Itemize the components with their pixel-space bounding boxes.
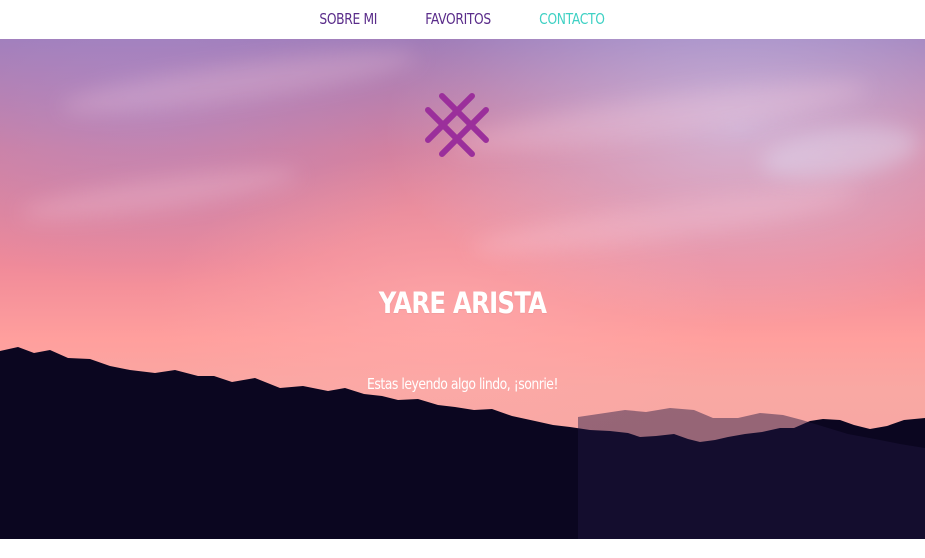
sky-cloud [469, 177, 861, 265]
page-bottom-strip [0, 539, 925, 558]
hero-title: YARE ARISTA [378, 286, 547, 321]
sky-cloud [59, 39, 421, 125]
sky-cloud [757, 118, 923, 188]
nav-link-sobre-mi[interactable]: SOBRE MI [320, 10, 378, 29]
sky-cloud [19, 159, 301, 229]
hero-section: YARE ARISTA Estas leyendo algo lindo, ¡s… [0, 39, 925, 539]
crossed-lines-logo-icon [425, 93, 489, 157]
nav-link-contacto[interactable]: CONTACTO [539, 10, 605, 29]
top-navigation: SOBRE MI FAVORITOS CONTACTO [0, 0, 925, 39]
hero-subtitle: Estas leyendo algo lindo, ¡sonrie! [367, 375, 558, 393]
nav-link-favoritos[interactable]: FAVORITOS [425, 10, 491, 29]
